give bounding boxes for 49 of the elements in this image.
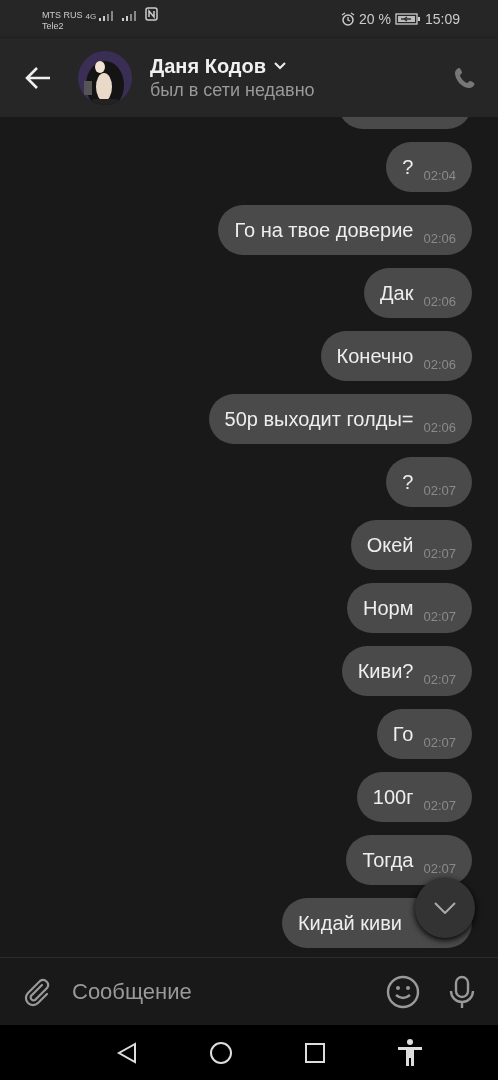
message-input[interactable]: Сообщение (68, 974, 370, 1009)
last-seen-status: был в сети недавно (150, 79, 316, 101)
message-text: Конечно (336, 344, 414, 368)
microphone-icon[interactable] (448, 974, 476, 1009)
network-type: 4G (85, 11, 97, 21)
message-text: 50р выходит голды= (224, 407, 414, 431)
message-time: 02:07 (423, 483, 456, 498)
message-text: Дак (380, 281, 414, 305)
carrier-name: MTS RUS (42, 9, 83, 21)
nfc-icon (145, 6, 159, 21)
message-text: Кидай киви (297, 911, 402, 935)
message-time: 02:07 (423, 546, 456, 561)
emoji-icon[interactable] (386, 974, 420, 1009)
message-text: ? (402, 155, 414, 179)
message-time: 02:07 (423, 672, 456, 687)
carrier-name: Tele2 (42, 20, 65, 32)
message-time: 02:07 (423, 735, 456, 750)
message-time: 02:06 (423, 420, 456, 435)
clock: 15:09 (424, 11, 460, 27)
message-time: 02:04 (423, 168, 456, 183)
message-text: Норм (363, 596, 414, 620)
chevron-down-icon (434, 902, 456, 914)
message-text: Киви? (357, 659, 414, 683)
back-icon[interactable] (115, 1041, 138, 1064)
contact-name[interactable]: Даня Кодов (150, 54, 267, 78)
signal-icon (99, 10, 116, 21)
message-text: ? (402, 470, 414, 494)
recents-icon[interactable] (303, 1041, 326, 1064)
accessibility-icon[interactable] (396, 1038, 423, 1067)
battery-percent: 20 % (359, 11, 391, 27)
alarm-icon (341, 12, 356, 26)
message-text: 100г (372, 785, 414, 809)
phone-icon[interactable] (454, 66, 476, 89)
message-text: Го (392, 722, 414, 746)
message-time: 02:06 (423, 357, 456, 372)
paperclip-icon[interactable] (22, 976, 52, 1007)
message-text: Го на твое доверие (234, 218, 414, 242)
message-time: 02:07 (423, 798, 456, 813)
battery-icon (394, 13, 421, 25)
message-time: 02:07 (423, 861, 456, 876)
home-icon[interactable] (208, 1040, 233, 1065)
message-text: Окей (366, 533, 414, 557)
chevron-down-icon[interactable] (274, 62, 287, 70)
message-time: 02:06 (423, 294, 456, 309)
back-arrow-icon[interactable] (24, 65, 52, 90)
signal-icon (122, 10, 139, 21)
message-time: 02:06 (423, 231, 456, 246)
message-text: Тогда (362, 848, 414, 872)
message-time: 02:07 (423, 609, 456, 624)
